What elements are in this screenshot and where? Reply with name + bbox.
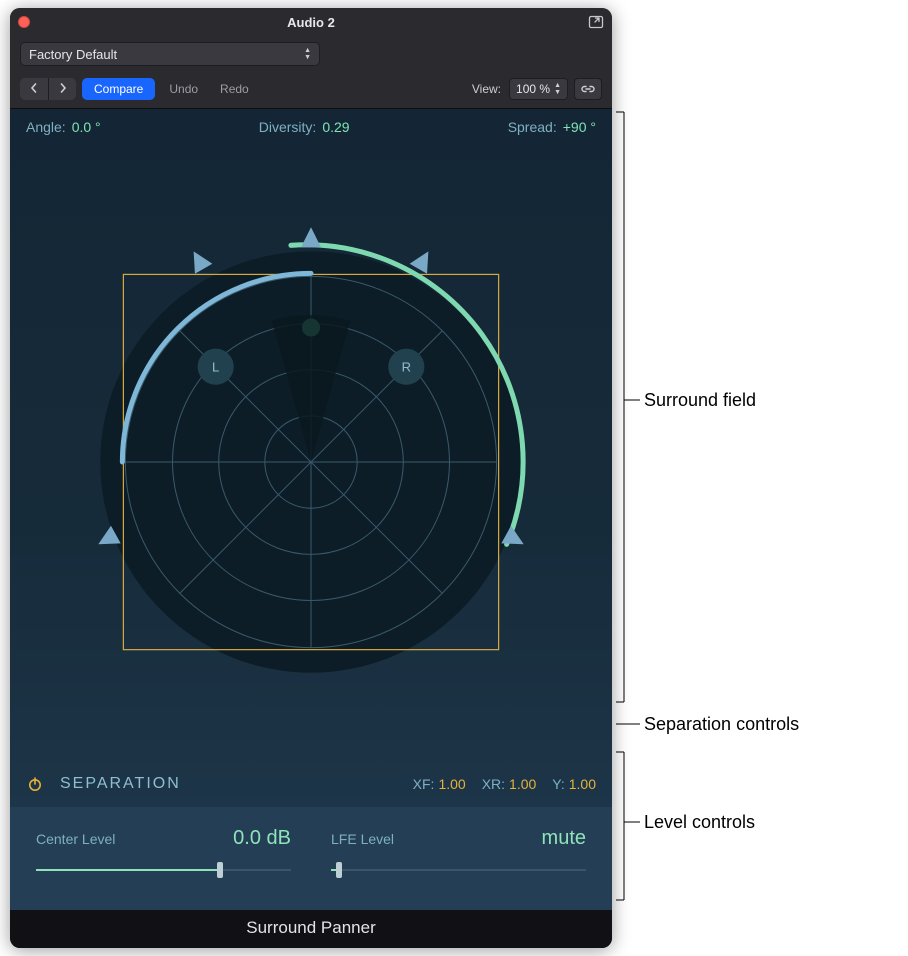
chevron-updown-icon: ▲▼ (554, 82, 561, 96)
toolbar: Compare Undo Redo View: 100 % ▲▼ (10, 74, 612, 109)
callout-lines (612, 0, 908, 956)
preset-row: Factory Default ▲▼ (10, 36, 612, 74)
lfe-level-label: LFE Level (331, 831, 394, 847)
levels-section: Center Level 0.0 dB LFE Level mute (10, 807, 612, 910)
right-node-label: R (402, 360, 411, 375)
plugin-name: Surround Panner (10, 910, 612, 948)
chevron-right-icon (58, 83, 68, 93)
compare-button[interactable]: Compare (82, 78, 155, 100)
nav-segment (20, 78, 76, 100)
view-label: View: (472, 82, 501, 96)
power-icon (27, 776, 43, 792)
y-label: Y: (552, 776, 564, 792)
titlebar: Audio 2 (10, 8, 612, 36)
xf-param[interactable]: XF: 1.00 (413, 776, 466, 792)
view-select[interactable]: 100 % ▲▼ (509, 78, 568, 100)
diversity-label: Diversity: (259, 119, 317, 135)
spread-label: Spread: (508, 119, 557, 135)
next-button[interactable] (48, 78, 76, 100)
separation-row: SEPARATION XF: 1.00 XR: 1.00 Y: 1.00 (10, 765, 612, 807)
surround-field-svg: L R (10, 139, 612, 765)
preset-select[interactable]: Factory Default ▲▼ (20, 42, 320, 66)
xf-label: XF: (413, 776, 435, 792)
angle-label: Angle: (26, 119, 66, 135)
left-node-label: L (212, 360, 219, 375)
diversity-value: 0.29 (322, 119, 349, 135)
plugin-window: Audio 2 Factory Default ▲▼ Compare Undo (10, 8, 612, 948)
prev-button[interactable] (20, 78, 48, 100)
main-panel: Angle: 0.0 ° Diversity: 0.29 Spread: +90… (10, 109, 612, 807)
separation-title: SEPARATION (60, 775, 181, 793)
center-level-slider[interactable] (36, 860, 291, 880)
undo-button[interactable]: Undo (161, 82, 206, 96)
y-value: 1.00 (569, 776, 596, 792)
lfe-level-value: mute (542, 827, 586, 850)
callout-separation: Separation controls (644, 714, 799, 735)
link-icon (580, 83, 596, 95)
speaker-fr-icon (410, 246, 437, 273)
y-param[interactable]: Y: 1.00 (552, 776, 596, 792)
lfe-level-slider[interactable] (331, 860, 586, 880)
center-level-control: Center Level 0.0 dB (36, 827, 291, 880)
angle-param[interactable]: Angle: 0.0 ° (26, 119, 101, 135)
surround-field[interactable]: L R (10, 139, 612, 765)
window-title: Audio 2 (10, 15, 612, 30)
chevron-left-icon (29, 83, 39, 93)
xr-label: XR: (482, 776, 505, 792)
diversity-param[interactable]: Diversity: 0.29 (259, 119, 350, 135)
separation-power-button[interactable] (26, 775, 44, 793)
center-level-value: 0.0 dB (233, 827, 291, 850)
center-level-label: Center Level (36, 831, 115, 847)
angle-value: 0.0 ° (72, 119, 101, 135)
speaker-fl-icon (185, 246, 212, 273)
preset-value: Factory Default (29, 47, 117, 62)
callout-levels: Level controls (644, 812, 755, 833)
param-row: Angle: 0.0 ° Diversity: 0.29 Spread: +90… (10, 109, 612, 139)
callout-surround-field: Surround field (644, 390, 756, 411)
speaker-center-icon (301, 227, 321, 247)
view-value: 100 % (516, 82, 550, 96)
spread-param[interactable]: Spread: +90 ° (508, 119, 596, 135)
lfe-level-control: LFE Level mute (331, 827, 586, 880)
callouts: Surround field Separation controls Level… (612, 0, 902, 956)
spread-value: +90 ° (563, 119, 596, 135)
xr-param[interactable]: XR: 1.00 (482, 776, 537, 792)
redo-button[interactable]: Redo (212, 82, 257, 96)
link-button[interactable] (574, 78, 602, 100)
xr-value: 1.00 (509, 776, 536, 792)
xf-value: 1.00 (438, 776, 465, 792)
chevron-updown-icon: ▲▼ (304, 47, 311, 61)
